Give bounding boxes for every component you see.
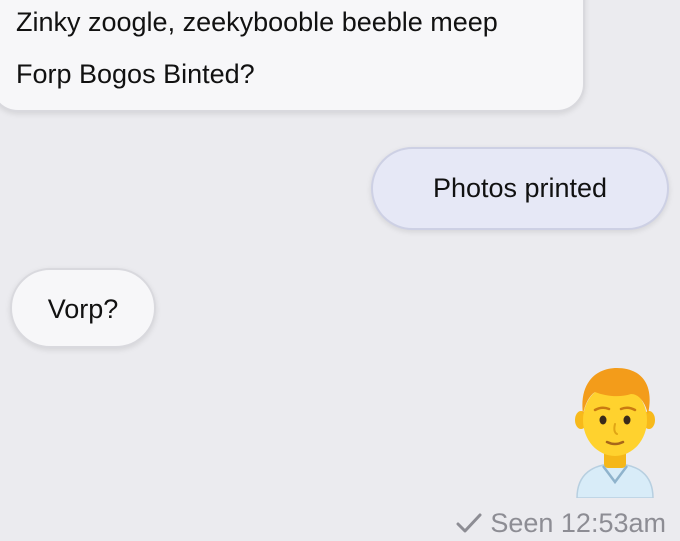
message-text: Vorp? [47, 294, 119, 324]
message-text: Photos printed [432, 173, 608, 203]
checkmark-icon [456, 513, 482, 533]
seen-timestamp: Seen 12:53am [490, 507, 666, 538]
outgoing-message-bubble[interactable]: Photos printed [371, 147, 669, 230]
read-receipt: Seen 12:53am [456, 505, 666, 541]
message-text-line: Zinky zoogle, zeekybooble beeble meep [16, 7, 498, 37]
man-emoji-icon [575, 368, 655, 498]
incoming-message-bubble[interactable]: Zinky zoogle, zeekybooble beeble meep Fo… [0, 0, 585, 112]
message-text-line: Forp Bogos Binted? [16, 59, 255, 89]
message-thread: Zinky zoogle, zeekybooble beeble meep Fo… [0, 0, 680, 541]
incoming-message-bubble[interactable]: Vorp? [10, 268, 156, 348]
